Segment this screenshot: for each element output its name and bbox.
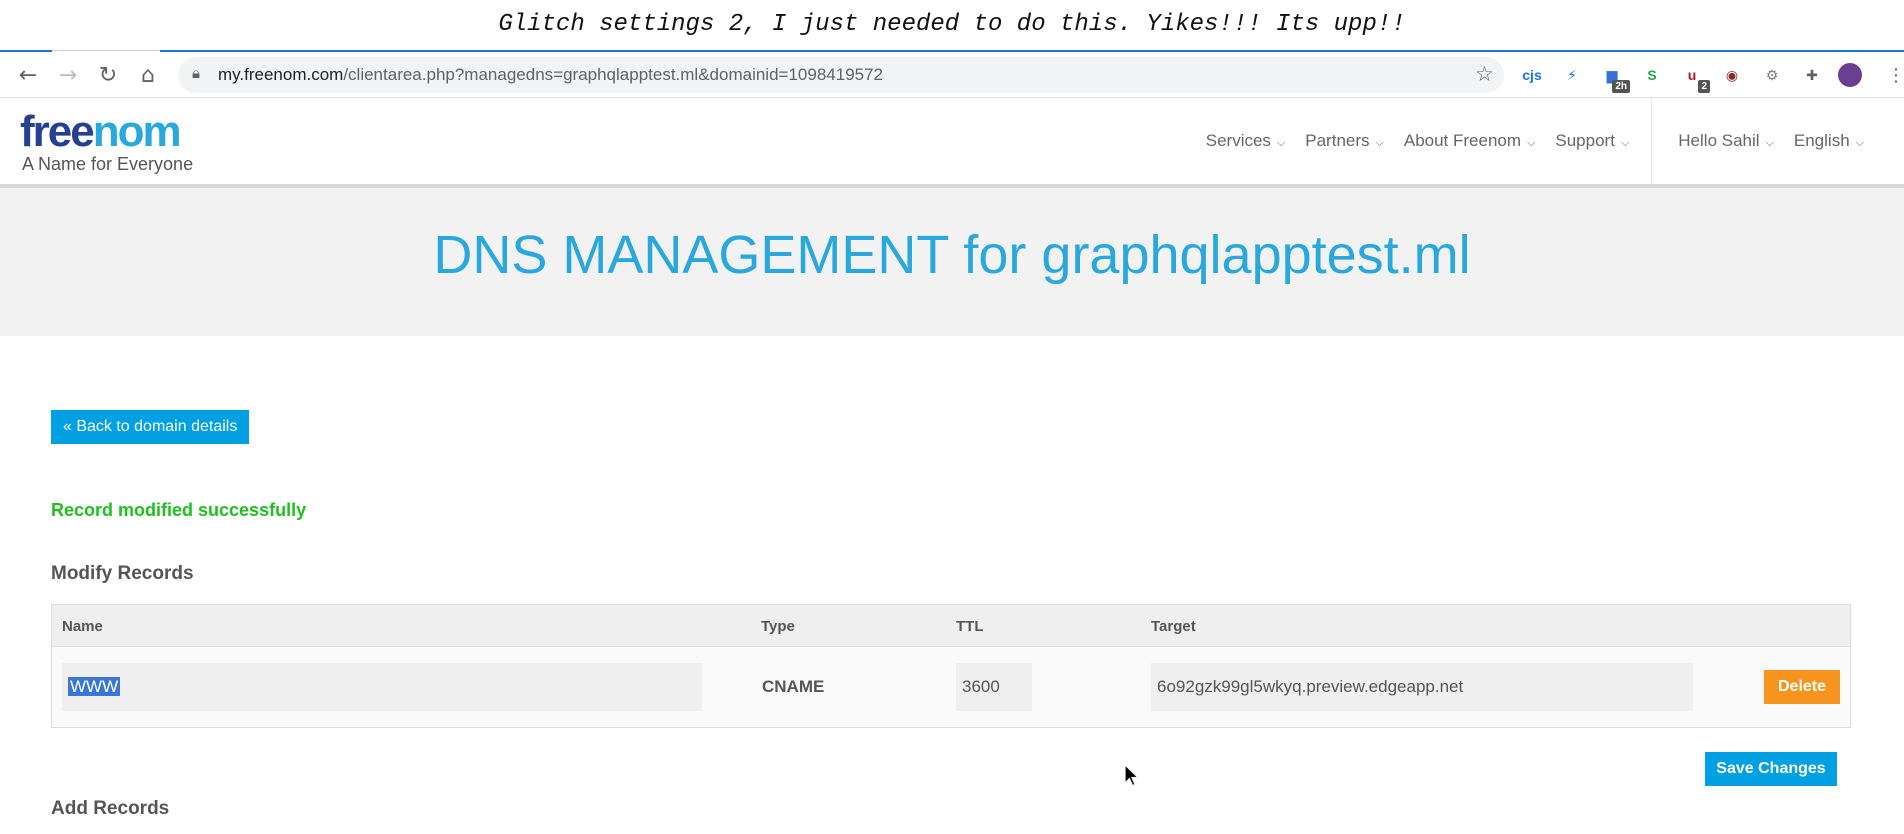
nav-user[interactable]: Hello Sahil ⌵ xyxy=(1678,131,1774,151)
profile-avatar[interactable] xyxy=(1838,63,1862,87)
nav-support[interactable]: Support ⌵ xyxy=(1555,131,1629,151)
nav-about[interactable]: About Freenom ⌵ xyxy=(1404,131,1536,151)
nav-divider xyxy=(1651,98,1653,184)
record-ttl-input[interactable]: 3600 xyxy=(956,663,1032,711)
chevron-down-icon: ⌵ xyxy=(1375,137,1384,149)
extension-badge: 2h xyxy=(1612,80,1630,93)
lock-icon: 🔒︎ xyxy=(192,65,200,82)
browser-toolbar: ← → ↻ ⌂ 🔒︎ my.freenom.com/clientarea.php… xyxy=(0,50,1904,98)
bolt-extension-icon[interactable]: ⚡ xyxy=(1560,63,1584,87)
nav-services[interactable]: Services ⌵ xyxy=(1206,131,1286,151)
bookmark-star-icon[interactable]: ☆ xyxy=(1475,62,1494,87)
page-title-band: DNS MANAGEMENT for graphqlapptest.ml xyxy=(0,188,1904,336)
add-records-heading: Add Records xyxy=(51,798,170,819)
page-title: DNS MANAGEMENT for graphqlapptest.ml xyxy=(433,225,1471,285)
modify-records-heading: Modify Records xyxy=(51,563,194,584)
address-bar[interactable]: 🔒︎ my.freenom.com/clientarea.php?managed… xyxy=(178,57,1504,93)
record-type: CNAME xyxy=(762,677,825,696)
mouse-cursor-icon xyxy=(1124,764,1140,787)
extension-badge: 2 xyxy=(1698,80,1710,93)
records-table: Name Type TTL Target WWW CNAME 3600 6o92… xyxy=(51,604,1851,728)
chevron-down-icon: ⌵ xyxy=(1855,137,1864,149)
freenom-logo[interactable]: freenom xyxy=(20,110,182,154)
header-ttl: TTL xyxy=(956,618,984,635)
save-changes-button[interactable]: Save Changes xyxy=(1705,752,1837,786)
url-text: my.freenom.com/clientarea.php?managedns=… xyxy=(218,65,884,84)
success-message: Record modified successfully xyxy=(51,500,307,520)
home-icon[interactable]: ⌂ xyxy=(134,61,162,89)
back-to-domain-button[interactable]: « Back to domain details xyxy=(51,410,250,444)
site-header: freenom A Name for Everyone Services ⌵ Pa… xyxy=(0,98,1904,188)
header-name: Name xyxy=(62,618,103,635)
back-arrow-icon[interactable]: ← xyxy=(14,61,42,89)
nav-partners[interactable]: Partners ⌵ xyxy=(1305,131,1384,151)
header-type: Type xyxy=(761,618,795,635)
delete-record-button[interactable]: Delete xyxy=(1764,670,1840,704)
mask-extension-icon[interactable]: ◉ xyxy=(1720,63,1744,87)
chevron-down-icon: ⌵ xyxy=(1620,137,1630,149)
tabs-extension-icon[interactable]: ▆ 2h xyxy=(1600,63,1630,93)
chevron-down-icon: ⌵ xyxy=(1765,137,1774,149)
cjs-extension-icon[interactable]: cjs xyxy=(1520,63,1544,87)
header-target: Target xyxy=(1151,618,1196,635)
forward-arrow-icon[interactable]: → xyxy=(54,61,82,89)
records-table-header: Name Type TTL Target xyxy=(52,605,1850,647)
video-caption: Glitch settings 2, I just needed to do t… xyxy=(0,0,1904,50)
s-ext-extension-icon[interactable]: S xyxy=(1640,63,1664,87)
reload-icon[interactable]: ↻ xyxy=(94,61,122,89)
chevron-down-icon: ⌵ xyxy=(1527,137,1536,149)
puzzle-extension-icon[interactable]: ✚ xyxy=(1800,63,1824,87)
browser-menu-icon[interactable]: ⋮ xyxy=(1882,61,1904,89)
gear-extension-icon[interactable]: ⚙ xyxy=(1760,63,1784,87)
nav-language[interactable]: English ⌵ xyxy=(1794,131,1864,151)
logo-tagline: A Name for Everyone xyxy=(22,154,194,174)
chevron-down-icon: ⌵ xyxy=(1276,137,1286,149)
record-target-input[interactable]: 6o92gzk99gl5wkyq.preview.edgeapp.net xyxy=(1151,663,1693,711)
record-name-input[interactable]: WWW xyxy=(62,663,702,711)
main-nav: Services ⌵ Partners ⌵ About Freenom ⌵ Suppo… xyxy=(1186,98,1864,184)
ublock-extension-icon[interactable]: u2 xyxy=(1680,63,1710,93)
